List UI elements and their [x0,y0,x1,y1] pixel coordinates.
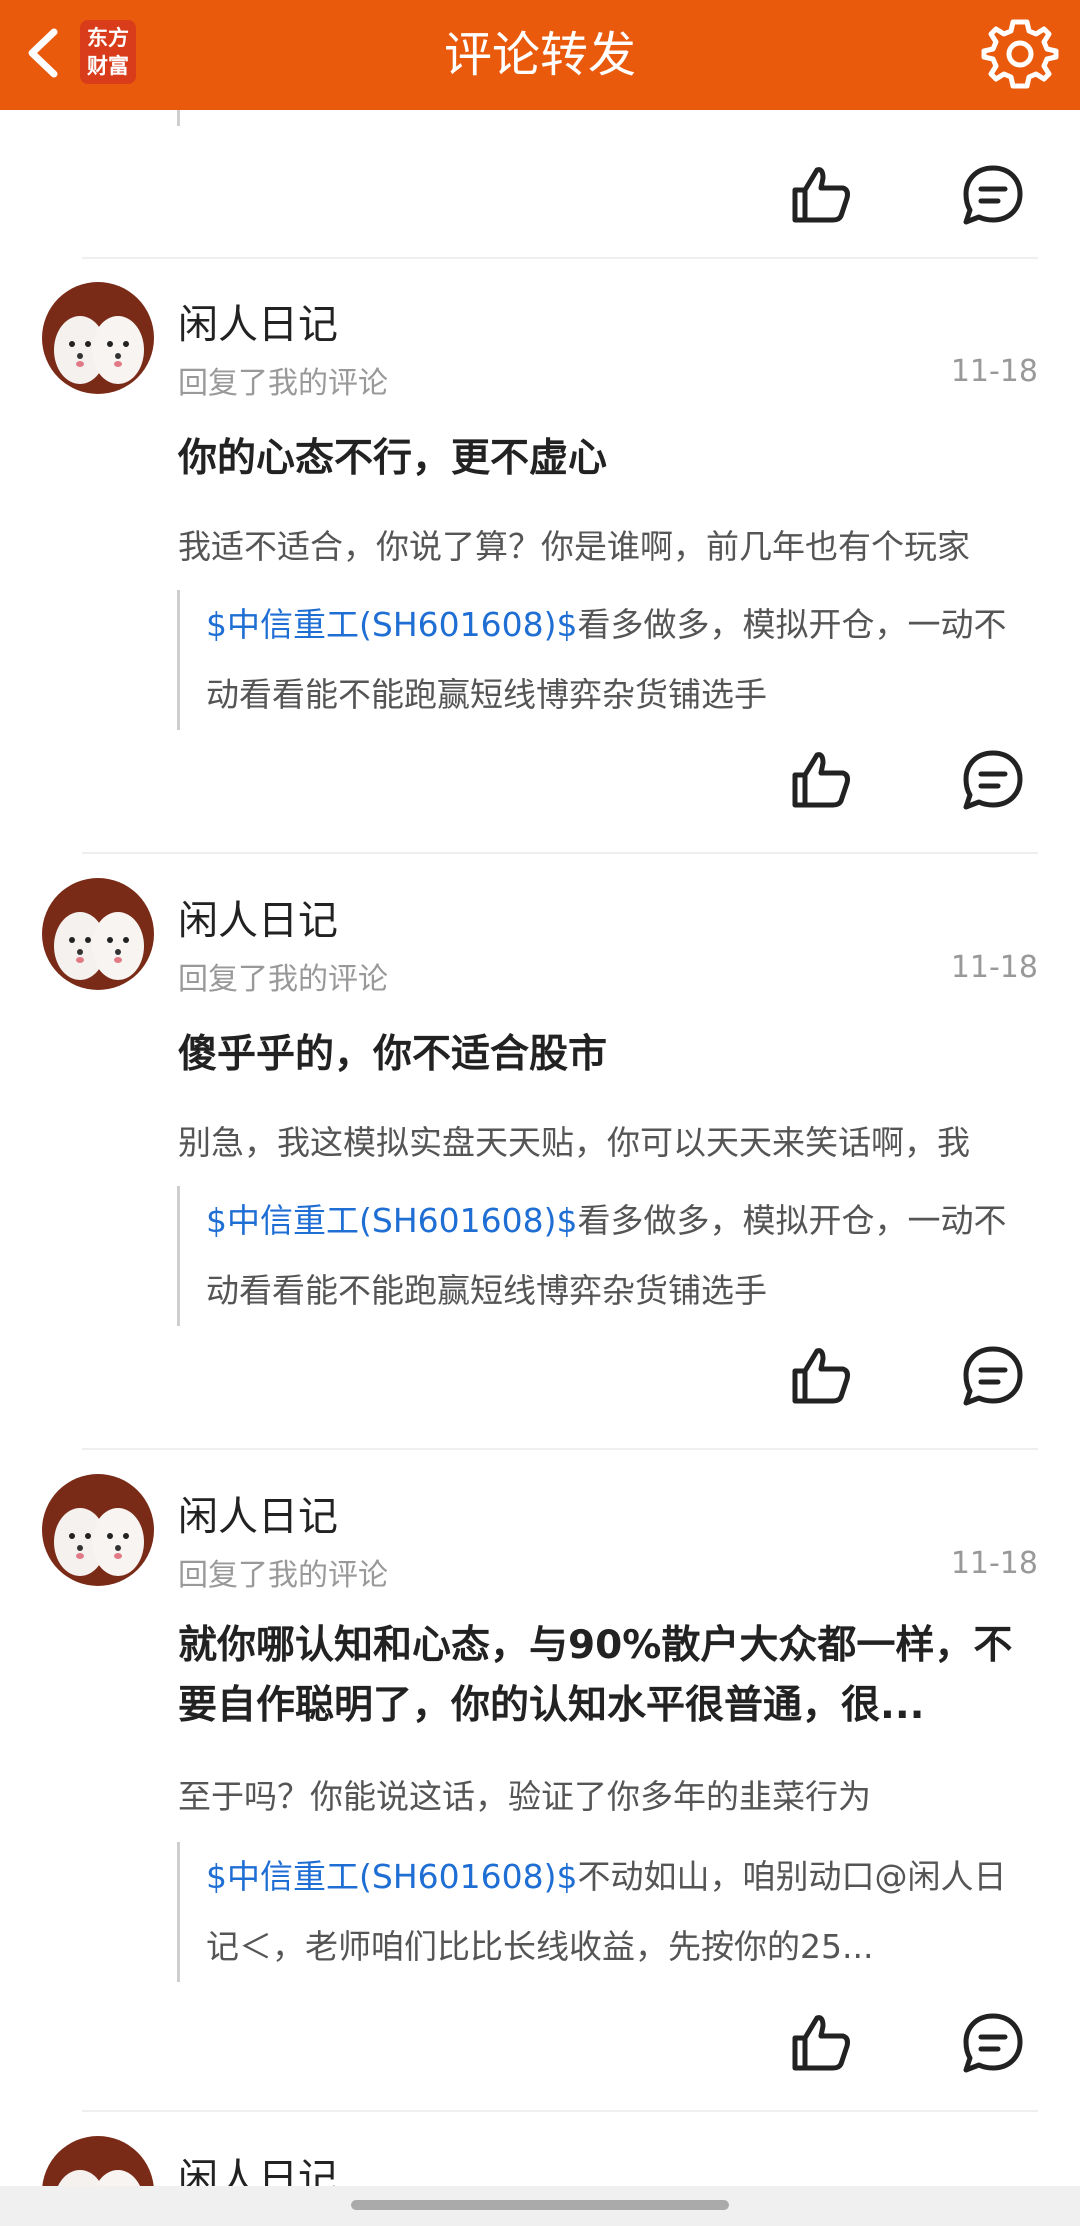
reply-button[interactable] [958,2008,1028,2078]
partial-comment-item [0,110,1080,260]
gear-icon [981,19,1059,89]
dog-avatar-image [42,2136,154,2186]
comment-text: 就你哪认知和心态，与90%散户大众都一样，不要自作聪明了，你的认知水平很普通，很… [178,1623,1013,1728]
like-button[interactable] [785,745,855,815]
stock-link[interactable]: $中信重工(SH601608)$ [206,605,577,644]
comment-bubble-icon [963,165,1023,225]
app-header: 东方 财富 评论转发 [0,0,1080,110]
my-reply-text: 至于吗？你能说这话，验证了你多年的韭菜行为 [178,1777,871,1816]
reply-button[interactable] [958,1341,1028,1411]
avatar[interactable] [42,282,154,394]
thumbs-up-icon [792,1348,850,1404]
reply-subtitle: 回复了我的评论 [178,366,388,401]
quoted-post[interactable]: $中信重工(SH601608)$看多做多，模拟开仓，一动不动看看能不能跑赢短线博… [177,1186,1037,1326]
reply-button[interactable] [958,160,1028,230]
like-button[interactable] [785,2008,855,2078]
divider [82,852,1038,854]
my-reply-text: 我适不适合，你说了算？你是谁啊，前几年也有个玩家 [178,527,970,566]
quoted-post[interactable]: $中信重工(SH601608)$不动如山，咱别动口@闲人日记＜，老师咱们比比长线… [177,1842,1037,1982]
stock-link[interactable]: $中信重工(SH601608)$ [206,1201,577,1240]
author-name[interactable]: 闲人日记 [178,292,338,350]
partial-comment-item[interactable]: 闲人日记 [0,2134,1080,2186]
comment-text: 傻乎乎的，你不适合股市 [178,1032,608,1077]
dog-avatar-image [42,282,154,394]
quote-bar [177,110,180,126]
reply-subtitle: 回复了我的评论 [178,1558,388,1593]
reply-subtitle: 回复了我的评论 [178,962,388,997]
comment-bubble-icon [963,1346,1023,1406]
comment-text: 你的心态不行，更不虚心 [178,436,608,481]
page-title: 评论转发 [443,27,636,83]
home-indicator[interactable] [351,2200,729,2210]
comment-item[interactable]: 闲人日记 回复了我的评论 11-18 就你哪认知和心态，与90%散户大众都一样，… [0,1472,1080,2112]
system-nav-bar [0,2186,1080,2226]
dog-avatar-image [42,1474,154,1586]
thumbs-up-icon [792,752,850,808]
thumbs-up-icon [792,2015,850,2071]
author-name[interactable]: 闲人日记 [178,888,338,946]
avatar[interactable] [42,2136,154,2186]
divider [82,257,1038,259]
author-name[interactable]: 闲人日记 [178,1484,338,1542]
avatar[interactable] [42,878,154,990]
divider [82,1448,1038,1450]
avatar[interactable] [42,1474,154,1586]
comment-bubble-icon [963,2013,1023,2073]
dog-avatar-image [42,878,154,990]
stock-link[interactable]: $中信重工(SH601608)$ [206,1857,577,1896]
divider [82,2110,1038,2112]
like-button[interactable] [785,1341,855,1411]
quoted-post[interactable]: $中信重工(SH601608)$看多做多，模拟开仓，一动不动看看能不能跑赢短线博… [177,590,1037,730]
reply-button[interactable] [958,745,1028,815]
my-reply-text: 别急，我这模拟实盘天天贴，你可以天天来笑话啊，我 [178,1123,970,1162]
timestamp: 11-18 [950,354,1038,389]
thumbs-up-icon [792,167,850,223]
timestamp: 11-18 [950,950,1038,985]
like-button[interactable] [785,160,855,230]
settings-button[interactable] [980,14,1060,94]
timestamp: 11-18 [950,1546,1038,1581]
author-name[interactable]: 闲人日记 [178,2146,338,2186]
comment-bubble-icon [963,750,1023,810]
comment-item[interactable]: 闲人日记 回复了我的评论 11-18 傻乎乎的，你不适合股市 别急，我这模拟实盘… [0,876,1080,1446]
comment-item[interactable]: 闲人日记 回复了我的评论 11-18 你的心态不行，更不虚心 我适不适合，你说了… [0,280,1080,850]
